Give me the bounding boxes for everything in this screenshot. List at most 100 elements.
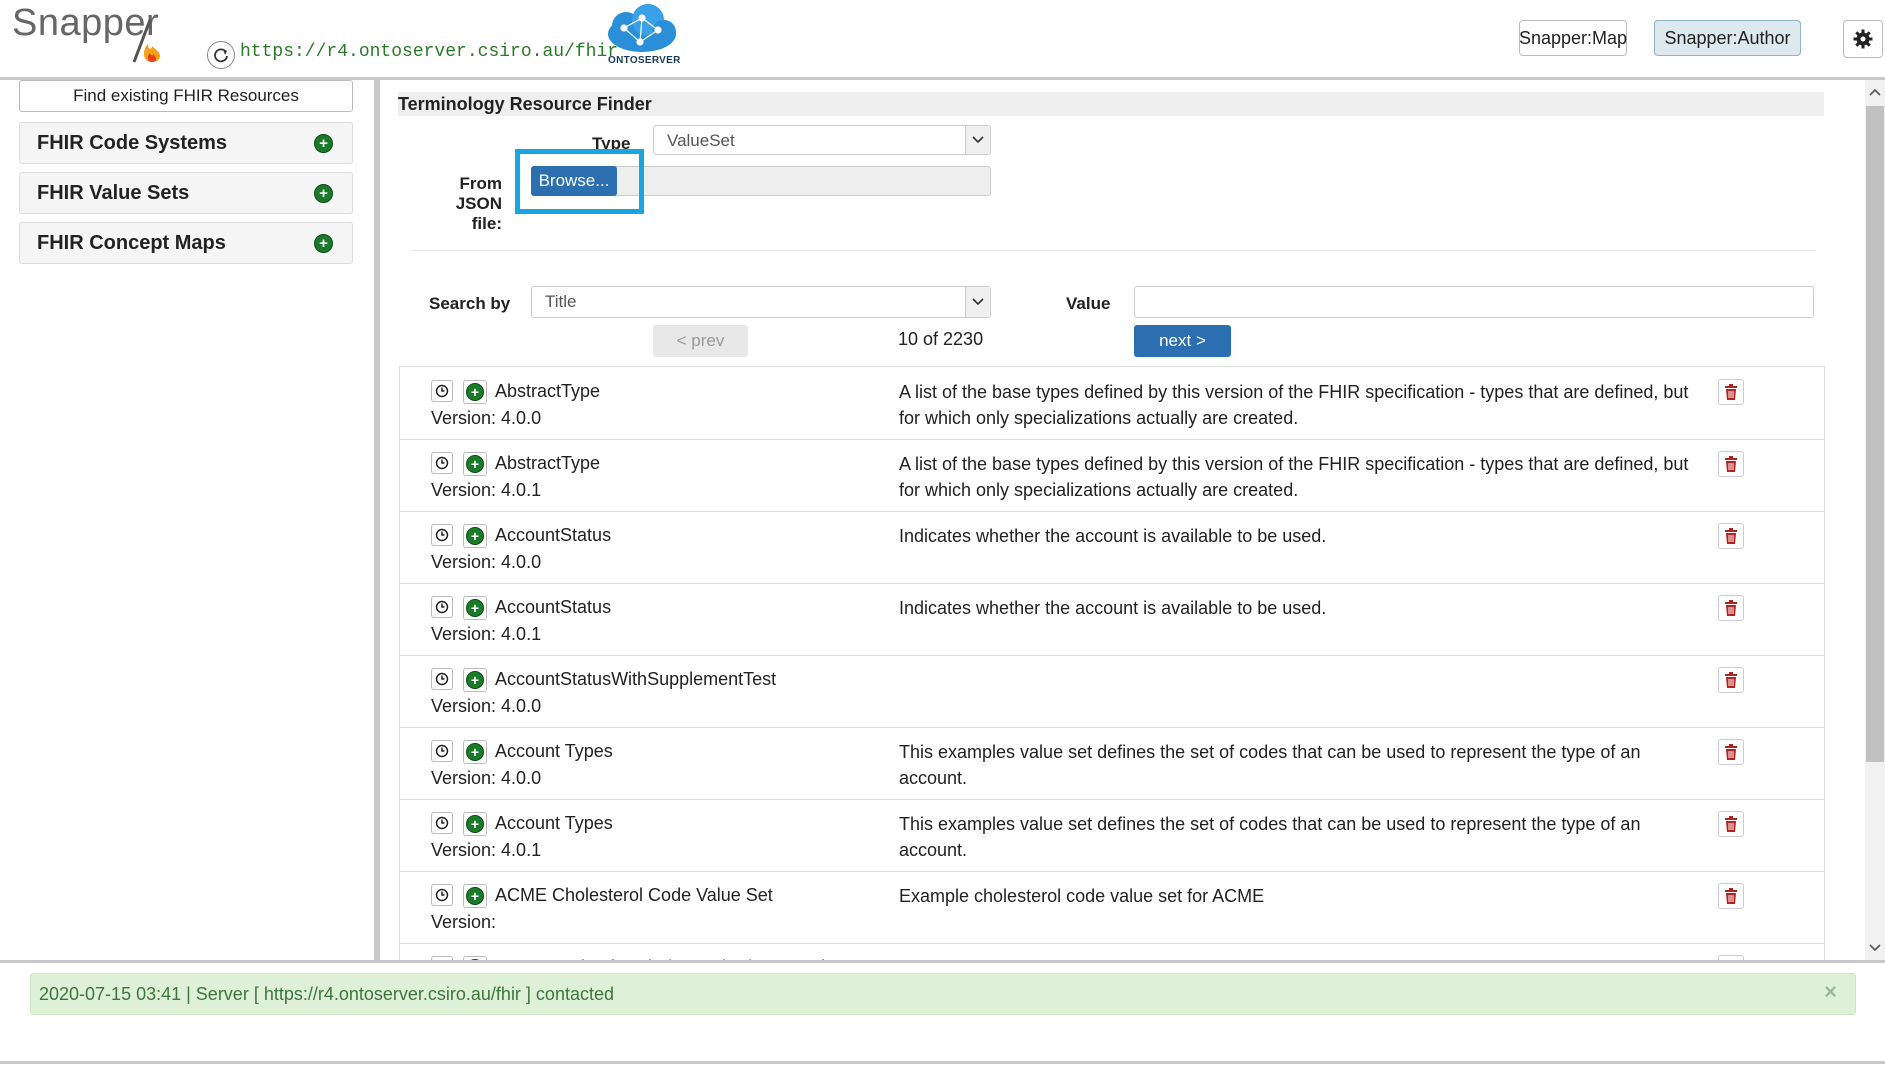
add-icon[interactable]: +	[463, 812, 487, 836]
search-value-input[interactable]	[1134, 286, 1814, 318]
history-icon[interactable]	[431, 884, 453, 906]
resource-name[interactable]: AccountStatusWithSupplementTest	[495, 669, 776, 690]
add-icon[interactable]: +	[463, 884, 487, 908]
prev-page-button[interactable]: < prev	[653, 325, 748, 357]
trash-icon[interactable]	[1718, 667, 1744, 693]
page-info: 10 of 2230	[898, 329, 984, 349]
history-icon[interactable]	[431, 524, 453, 546]
snapper-author-button[interactable]: Snapper:Author	[1654, 20, 1801, 56]
resource-name[interactable]: AccountStatus	[495, 597, 611, 618]
resource-name[interactable]: AccountStatus	[495, 525, 611, 546]
resource-version: Version: 4.0.0	[431, 768, 542, 788]
add-icon[interactable]: +	[463, 740, 487, 764]
status-text: 2020-07-15 03:41 | Server [ https://r4.o…	[39, 984, 614, 1004]
scroll-up-icon[interactable]	[1865, 82, 1885, 102]
history-icon[interactable]	[431, 668, 453, 690]
resource-version: Version: 4.0.1	[431, 624, 542, 644]
trash-icon[interactable]	[1718, 883, 1744, 909]
table-row[interactable]: + AbstractType Version: 4.0.1 A list of the…	[400, 439, 1824, 512]
resource-name[interactable]: AbstractType	[495, 381, 600, 402]
resource-name[interactable]: AbstractType	[495, 453, 600, 474]
sidebar-item-code-systems[interactable]: FHIR Code Systems +	[19, 122, 353, 164]
history-icon[interactable]	[431, 596, 453, 618]
history-icon[interactable]	[431, 812, 453, 834]
scroll-down-icon[interactable]	[1865, 938, 1885, 958]
table-row[interactable]: + AbstractType Version: 4.0.0 A list of the…	[400, 367, 1824, 440]
gear-icon	[1853, 29, 1873, 49]
history-icon[interactable]	[431, 452, 453, 474]
trash-icon[interactable]	[1718, 451, 1744, 477]
add-icon[interactable]: +	[463, 596, 487, 620]
flame-logo-icon	[132, 19, 160, 63]
table-row[interactable]: + AccountStatusWithSupplementTest Version:…	[400, 655, 1824, 728]
table-row[interactable]: + ACME Cholesterol Code Value Set Version:…	[400, 871, 1824, 944]
table-row[interactable]: + Account Types Version: 4.0.1 This example…	[400, 799, 1824, 872]
resource-version: Version: 4.0.1	[431, 480, 542, 500]
find-existing-resources-button[interactable]: Find existing FHIR Resources	[19, 80, 353, 112]
resource-name[interactable]: Account Types	[495, 741, 613, 762]
add-icon[interactable]: +	[463, 668, 487, 692]
panel-title: Terminology Resource Finder	[398, 92, 1824, 116]
resource-description: Indicates whether the account is availab…	[899, 526, 1327, 546]
ontoserver-label: ONTOSERVER	[608, 55, 681, 66]
trash-icon[interactable]	[1718, 811, 1744, 837]
resource-description: A list of the base types defined by this…	[899, 454, 1689, 500]
resource-version: Version: 4.0.0	[431, 696, 542, 716]
sidebar-item-label: FHIR Concept Maps	[37, 232, 226, 254]
search-by-select[interactable]: Title	[531, 286, 991, 318]
type-select[interactable]: ValueSet	[653, 125, 991, 155]
add-icon[interactable]: +	[463, 380, 487, 404]
resource-description: Indicates whether the account is availab…	[899, 598, 1327, 618]
sidebar-item-label: FHIR Value Sets	[37, 182, 190, 204]
refresh-icon	[214, 48, 228, 63]
divider	[411, 250, 1816, 251]
settings-button[interactable]	[1843, 20, 1883, 58]
history-icon[interactable]	[431, 740, 453, 762]
divider	[0, 1061, 1885, 1064]
highlight-annotation	[515, 149, 644, 214]
terminology-finder-panel: Terminology Resource Finder Type ValueSe…	[380, 80, 1865, 960]
resource-version: Version:	[431, 912, 497, 932]
next-page-button[interactable]: next >	[1134, 325, 1231, 357]
resource-name[interactable]: Account Types	[495, 813, 613, 834]
results-list: + AbstractType Version: 4.0.0 A list of the…	[399, 366, 1825, 960]
table-row[interactable]: +ACME Codes for Cholesterol: Plasma only…	[400, 943, 1824, 960]
table-row[interactable]: + AccountStatus Version: 4.0.1 Indicates wh…	[400, 583, 1824, 656]
sidebar-item-concept-maps[interactable]: FHIR Concept Maps +	[19, 222, 353, 264]
history-icon[interactable]	[431, 380, 453, 402]
resource-description: This examples value set defines the set …	[899, 814, 1641, 860]
sidebar-item-label: FHIR Code Systems	[37, 132, 228, 154]
add-icon[interactable]: +	[463, 452, 487, 476]
trash-icon[interactable]	[1718, 595, 1744, 621]
add-value-set-icon[interactable]: +	[314, 184, 333, 203]
trash-icon[interactable]	[1718, 379, 1744, 405]
resource-name[interactable]: ACME Cholesterol Code Value Set	[495, 885, 773, 906]
refresh-server-button[interactable]	[207, 41, 235, 69]
close-icon[interactable]: ×	[1824, 979, 1837, 1005]
trash-icon[interactable]	[1718, 523, 1744, 549]
table-row[interactable]: + Account Types Version: 4.0.0 This example…	[400, 727, 1824, 800]
table-row[interactable]: + AccountStatus Version: 4.0.0 Indicates wh…	[400, 511, 1824, 584]
server-url[interactable]: https://r4.ontoserver.csiro.au/fhir	[240, 42, 618, 62]
trash-icon[interactable]	[1718, 739, 1744, 765]
add-code-system-icon[interactable]: +	[314, 134, 333, 153]
resource-description: This examples value set defines the set …	[899, 742, 1641, 788]
status-message: 2020-07-15 03:41 | Server [ https://r4.o…	[30, 973, 1856, 1015]
search-by-value: Title	[545, 292, 577, 311]
resource-version: Version: 4.0.1	[431, 840, 542, 860]
type-select-value: ValueSet	[667, 131, 735, 150]
search-by-label: Search by	[429, 294, 511, 313]
resource-description: Example cholesterol code value set for A…	[899, 886, 1265, 906]
value-label: Value	[1066, 294, 1111, 313]
sidebar: Find existing FHIR Resources FHIR Code S…	[0, 80, 372, 960]
sidebar-item-value-sets[interactable]: FHIR Value Sets +	[19, 172, 353, 214]
top-bar: Snapper https://r4.ontoserver.csiro.au/f…	[0, 0, 1885, 80]
scrollbar-thumb[interactable]	[1866, 106, 1884, 762]
from-json-label: From JSON file:	[455, 174, 502, 233]
resource-version: Version: 4.0.0	[431, 408, 542, 428]
add-concept-map-icon[interactable]: +	[314, 234, 333, 253]
snapper-map-button[interactable]: Snapper:Map	[1519, 20, 1627, 56]
resource-version: Version: 4.0.0	[431, 552, 542, 572]
chevron-down-icon	[965, 287, 990, 317]
add-icon[interactable]: +	[463, 524, 487, 548]
